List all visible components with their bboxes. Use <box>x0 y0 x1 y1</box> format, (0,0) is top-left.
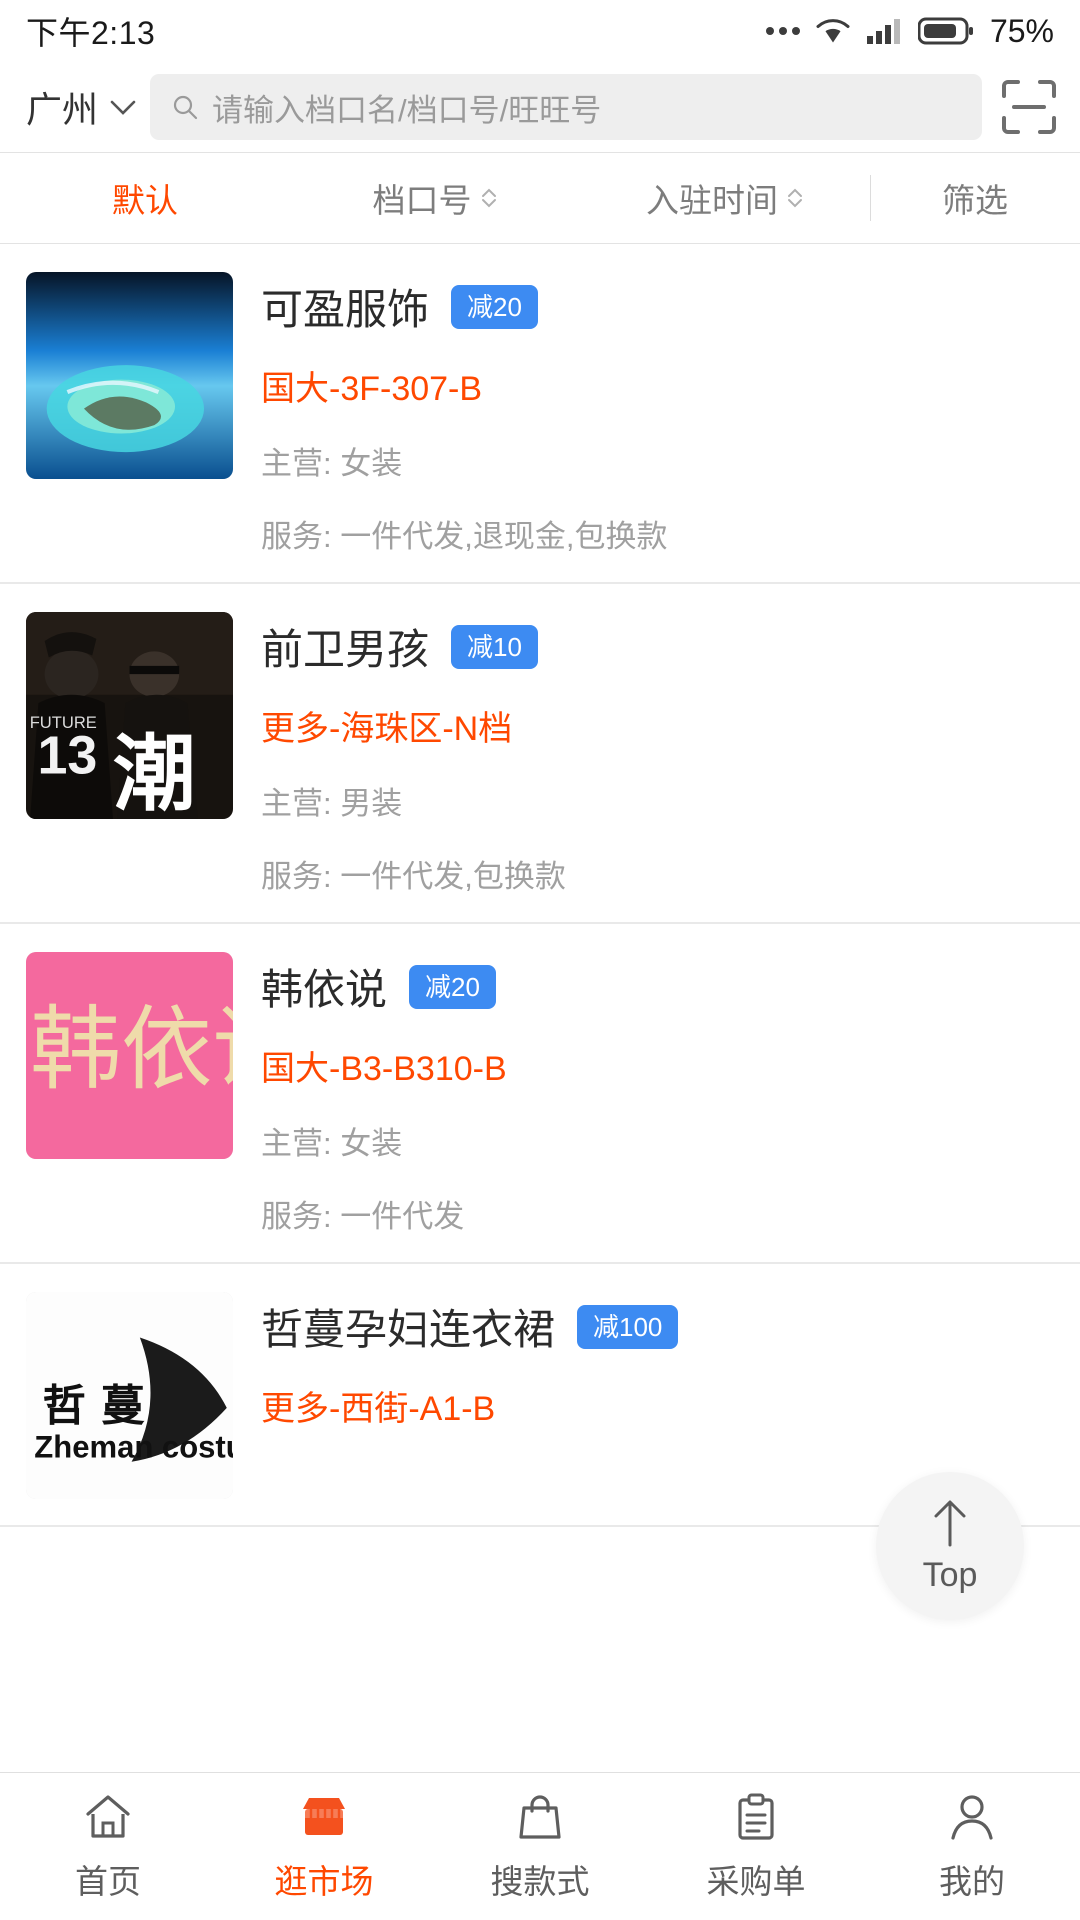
sort-toggle-icon <box>480 187 498 209</box>
city-label: 广州 <box>26 89 99 130</box>
filter-tab-stall-number[interactable]: 档口号 <box>290 153 580 243</box>
tab-market[interactable]: 逛市场 <box>216 1791 432 1903</box>
svg-text:FUTURE: FUTURE <box>30 713 97 732</box>
discount-badge: 减20 <box>409 964 496 1009</box>
shop-list-item[interactable]: 13 潮 FUTURE 前卫男孩 减10 更多-海珠区-N档 主营: 男装 服务… <box>0 584 1080 924</box>
shop-title-row: 可盈服饰 减20 <box>261 276 1054 337</box>
filter-bar: 默认 档口号 入驻时间 筛选 <box>0 152 1080 244</box>
shop-info: 韩依说 减20 国大-B3-B310-B 主营: 女装 服务: 一件代发 <box>261 952 1054 1236</box>
shop-name: 韩依说 <box>261 966 388 1013</box>
shop-info: 可盈服饰 减20 国大-3F-307-B 主营: 女装 服务: 一件代发,退现金… <box>261 272 1054 556</box>
more-dots-icon <box>765 27 800 35</box>
shop-address: 国大-3F-307-B <box>261 370 483 408</box>
svg-text:韩依说: 韩依说 <box>30 996 233 1102</box>
shop-icon <box>298 1791 350 1843</box>
battery-icon <box>917 16 974 46</box>
tab-label: 逛市场 <box>274 1862 374 1900</box>
filter-label: 入驻时间 <box>646 182 778 219</box>
chevron-down-icon <box>110 100 136 115</box>
shop-services: 服务: 一件代发,退现金,包换款 <box>261 519 668 554</box>
filter-tab-filters[interactable]: 筛选 <box>870 153 1080 243</box>
shop-services: 服务: 一件代发 <box>261 1199 465 1234</box>
status-time: 下午2:13 <box>26 15 156 51</box>
shop-thumbnail[interactable]: 13 潮 FUTURE <box>26 612 233 819</box>
status-bar: 下午2:13 75% <box>0 0 1080 62</box>
shop-thumbnail[interactable] <box>26 272 233 479</box>
filter-label: 筛选 <box>942 182 1008 219</box>
shop-name: 哲蔓孕妇连衣裙 <box>261 1306 556 1353</box>
shop-name: 可盈服饰 <box>261 286 430 333</box>
shop-list-item[interactable]: 可盈服饰 减20 国大-3F-307-B 主营: 女装 服务: 一件代发,退现金… <box>0 244 1080 584</box>
tab-label: 搜款式 <box>490 1862 590 1900</box>
sort-toggle-icon <box>786 187 804 209</box>
svg-text:13: 13 <box>37 725 97 785</box>
shop-address: 国大-B3-B310-B <box>261 1050 507 1088</box>
clipboard-icon <box>730 1791 782 1843</box>
battery-percent: 75% <box>989 12 1054 49</box>
bag-icon <box>514 1791 566 1843</box>
shop-address: 更多-海珠区-N档 <box>261 710 513 748</box>
cellular-signal-icon <box>866 17 902 45</box>
shop-title-row: 前卫男孩 减10 <box>261 616 1054 677</box>
tab-home[interactable]: 首页 <box>0 1791 216 1903</box>
arrow-up-icon <box>928 1497 972 1554</box>
home-icon <box>82 1791 134 1843</box>
shop-title-row: 韩依说 减20 <box>261 956 1054 1017</box>
shop-name: 前卫男孩 <box>261 626 430 673</box>
shop-info: 哲蔓孕妇连衣裙 减100 更多-西街-A1-B <box>261 1292 1054 1499</box>
shop-list: 可盈服饰 减20 国大-3F-307-B 主营: 女装 服务: 一件代发,退现金… <box>0 244 1080 1527</box>
shop-services: 服务: 一件代发,包换款 <box>261 859 566 894</box>
tab-label: 我的 <box>939 1862 1005 1900</box>
filter-label: 档口号 <box>372 182 472 219</box>
filter-tab-join-time[interactable]: 入驻时间 <box>580 153 870 243</box>
shop-list-item[interactable]: 韩依说 韩依说 减20 国大-B3-B310-B 主营: 女装 服务: 一件代发 <box>0 924 1080 1264</box>
shop-title-row: 哲蔓孕妇连衣裙 减100 <box>261 1296 1054 1357</box>
search-input[interactable]: 请输入档口名/档口号/旺旺号 <box>150 74 982 140</box>
search-icon <box>172 94 198 120</box>
bottom-tab-bar: 首页 逛市场 搜款式 采购单 我的 <box>0 1772 1080 1920</box>
city-selector[interactable]: 广州 <box>26 81 136 133</box>
user-icon <box>946 1791 998 1843</box>
svg-text:潮: 潮 <box>113 725 196 819</box>
tab-purchase-order[interactable]: 采购单 <box>648 1791 864 1903</box>
tab-label: 采购单 <box>706 1862 806 1900</box>
tab-mine[interactable]: 我的 <box>864 1791 1080 1903</box>
wifi-icon <box>816 18 850 44</box>
tab-styles[interactable]: 搜款式 <box>432 1791 648 1903</box>
search-placeholder: 请输入档口名/档口号/旺旺号 <box>212 92 602 128</box>
shop-thumbnail[interactable]: 哲 蔓 Zheman costume <box>26 1292 233 1499</box>
discount-badge: 减20 <box>451 284 538 329</box>
scan-qr-icon[interactable] <box>1000 78 1058 136</box>
shop-category: 主营: 女装 <box>261 446 403 481</box>
tab-label: 首页 <box>75 1862 141 1900</box>
shop-info: 前卫男孩 减10 更多-海珠区-N档 主营: 男装 服务: 一件代发,包换款 <box>261 612 1054 896</box>
shop-thumbnail[interactable]: 韩依说 <box>26 952 233 1159</box>
search-header: 广州 请输入档口名/档口号/旺旺号 <box>0 62 1080 152</box>
filter-label: 默认 <box>112 182 178 219</box>
filter-tab-default[interactable]: 默认 <box>0 153 290 243</box>
svg-text:哲 蔓: 哲 蔓 <box>43 1381 146 1431</box>
svg-text:Zheman costume: Zheman costume <box>34 1430 233 1465</box>
shop-address: 更多-西街-A1-B <box>261 1390 496 1428</box>
status-icons: 75% <box>765 12 1054 50</box>
shop-category: 主营: 男装 <box>261 786 403 821</box>
scroll-to-top-label: Top <box>922 1556 978 1594</box>
scroll-to-top-button[interactable]: Top <box>876 1472 1024 1620</box>
discount-badge: 减100 <box>577 1304 679 1349</box>
discount-badge: 减10 <box>451 624 538 669</box>
shop-category: 主营: 女装 <box>261 1126 403 1161</box>
